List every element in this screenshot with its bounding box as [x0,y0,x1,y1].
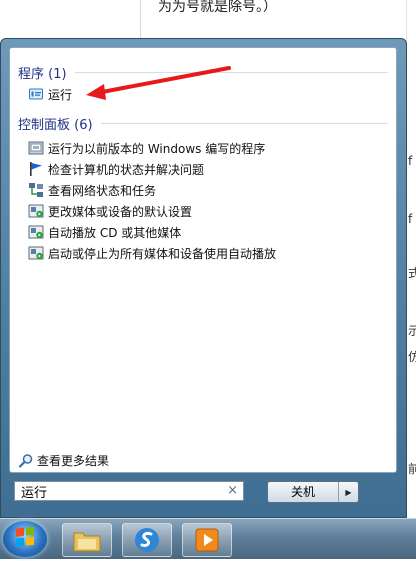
taskbar [0,518,416,559]
search-results-panel: 程序 (1) 运行 控制面板 (6) 运行为以前版本的 Windows 编写的程… [9,47,397,473]
document-edge-text: 式 [408,266,416,280]
document-edge-text: f [408,212,413,226]
taskbar-sogou-app[interactable] [122,523,172,557]
control-panel-header[interactable]: 控制面板 (6) [18,114,388,133]
shutdown-button-group: 关机 ▶ [267,481,359,503]
see-more-results-link[interactable]: 查看更多结果 [18,452,109,469]
flag-icon [28,161,44,177]
see-more-label: 查看更多结果 [37,454,110,468]
start-button[interactable] [3,521,47,557]
document-edge-text: 前 [408,462,416,476]
program-item-label: 运行 [48,87,73,102]
control-panel-header-label: 控制面板 (6) [18,118,93,133]
media-player-icon [195,528,219,552]
autoplay-icon [28,224,44,240]
control-panel-item-label: 运行为以前版本的 Windows 编写的程序 [48,141,266,156]
shutdown-button[interactable]: 关机 [268,482,339,502]
control-panel-item-autoplay-toggle[interactable]: 启动或停止为所有媒体和设备使用自动播放 [28,243,276,263]
control-panel-item-network[interactable]: 查看网络状态和任务 [28,180,156,200]
document-edge-text: 示 [408,324,416,338]
control-panel-item-compatibility[interactable]: 运行为以前版本的 Windows 编写的程序 [28,138,265,158]
start-search-input[interactable] [15,482,221,501]
shutdown-options-arrow-icon[interactable]: ▶ [339,482,358,502]
control-panel-item-autoplay-cd[interactable]: 自动播放 CD 或其他媒体 [28,222,181,242]
clear-search-icon[interactable]: × [227,483,238,498]
programs-header[interactable]: 程序 (1) [18,63,388,82]
header-separator [100,123,388,124]
sogou-icon [135,528,159,552]
folder-icon [73,532,101,552]
run-icon [28,86,44,102]
document-text: 为为号就是除号。） [158,0,277,15]
control-panel-item-label: 启动或停止为所有媒体和设备使用自动播放 [48,246,277,261]
control-panel-item-label: 查看网络状态和任务 [48,183,157,198]
taskbar-media-player[interactable] [182,523,232,557]
search-icon [18,453,34,469]
program-item-run[interactable]: 运行 [28,84,72,104]
document-edge-text: f [408,154,413,168]
header-separator [74,72,388,73]
network-icon [28,182,44,198]
control-panel-item-label: 检查计算机的状态并解决问题 [48,162,205,177]
control-panel-item-label: 更改媒体或设备的默认设置 [48,204,193,219]
autoplay-icon [28,245,44,261]
start-search-box[interactable]: × [14,481,244,501]
programs-header-label: 程序 (1) [18,67,67,82]
compat-icon [28,140,44,156]
control-panel-item-label: 自动播放 CD 或其他媒体 [48,225,182,240]
taskbar-file-explorer[interactable] [62,523,112,557]
document-divider [140,0,141,40]
windows-logo-icon [16,526,34,547]
document-edge-text: 仿 [408,350,416,364]
control-panel-item-media-defaults[interactable]: 更改媒体或设备的默认设置 [28,201,192,221]
autoplay-icon [28,203,44,219]
start-menu: 程序 (1) 运行 控制面板 (6) 运行为以前版本的 Windows 编写的程… [0,38,407,518]
control-panel-item-troubleshoot[interactable]: 检查计算机的状态并解决问题 [28,159,204,179]
